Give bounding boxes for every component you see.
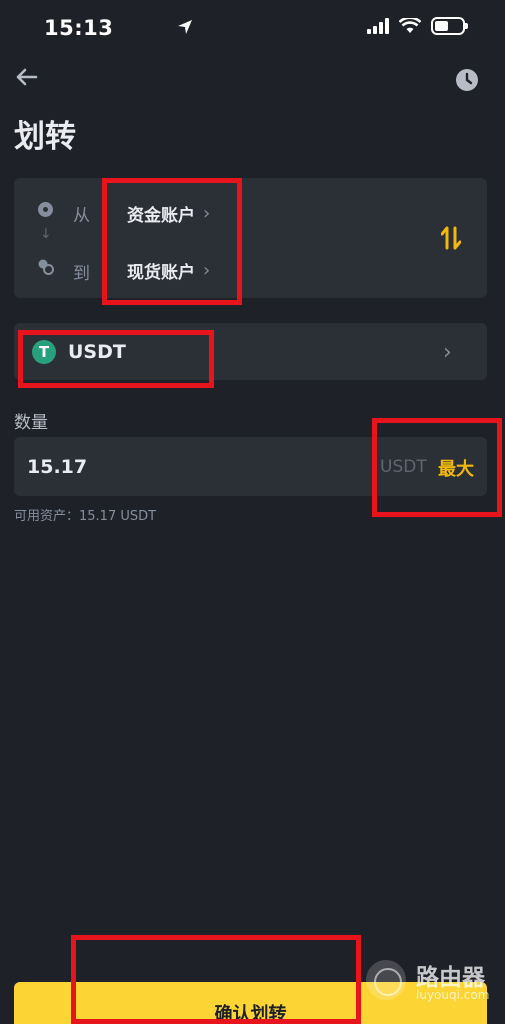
back-arrow-icon[interactable] (12, 62, 42, 92)
wifi-icon (399, 18, 421, 33)
chevron-right-icon: › (443, 340, 452, 365)
from-dot-icon (38, 202, 53, 217)
to-label: 到 (73, 264, 90, 284)
quantity-label: 数量 (14, 413, 48, 433)
highlight-box-coin (18, 330, 214, 388)
highlight-box-confirm (71, 935, 361, 1024)
amount-value[interactable]: 15.17 (27, 456, 87, 478)
highlight-box-max (372, 418, 502, 517)
watermark-url: luyouqi.com (416, 988, 490, 1002)
status-icons (178, 17, 468, 35)
history-clock-icon[interactable] (455, 68, 479, 92)
to-account-icon (38, 259, 54, 275)
arrow-down-icon: ↓ (40, 226, 52, 242)
location-arrow-icon (178, 20, 192, 34)
from-label: 从 (73, 206, 90, 226)
battery-icon (431, 17, 468, 35)
highlight-box-accounts (102, 178, 242, 305)
page-title: 划转 (14, 119, 76, 155)
swap-direction-icon[interactable] (441, 226, 461, 250)
available-balance: 可用资产：15.17 USDT (14, 509, 157, 524)
status-time: 15:13 (44, 16, 114, 40)
cellular-signal-icon (367, 18, 389, 34)
watermark-logo-icon (366, 960, 406, 1000)
watermark-name: 路由器 (416, 965, 485, 991)
